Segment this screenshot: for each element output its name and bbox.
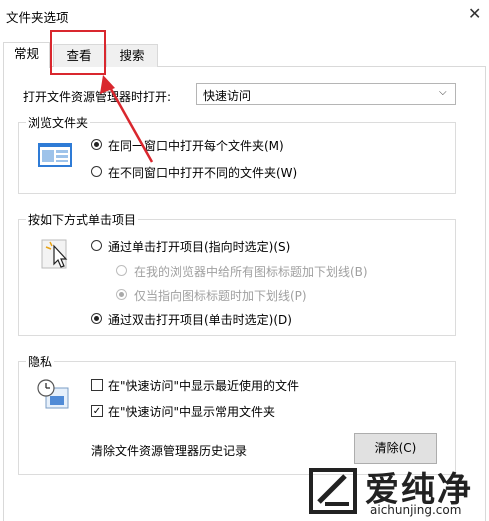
pointer-arrow-annotation: [100, 75, 154, 163]
